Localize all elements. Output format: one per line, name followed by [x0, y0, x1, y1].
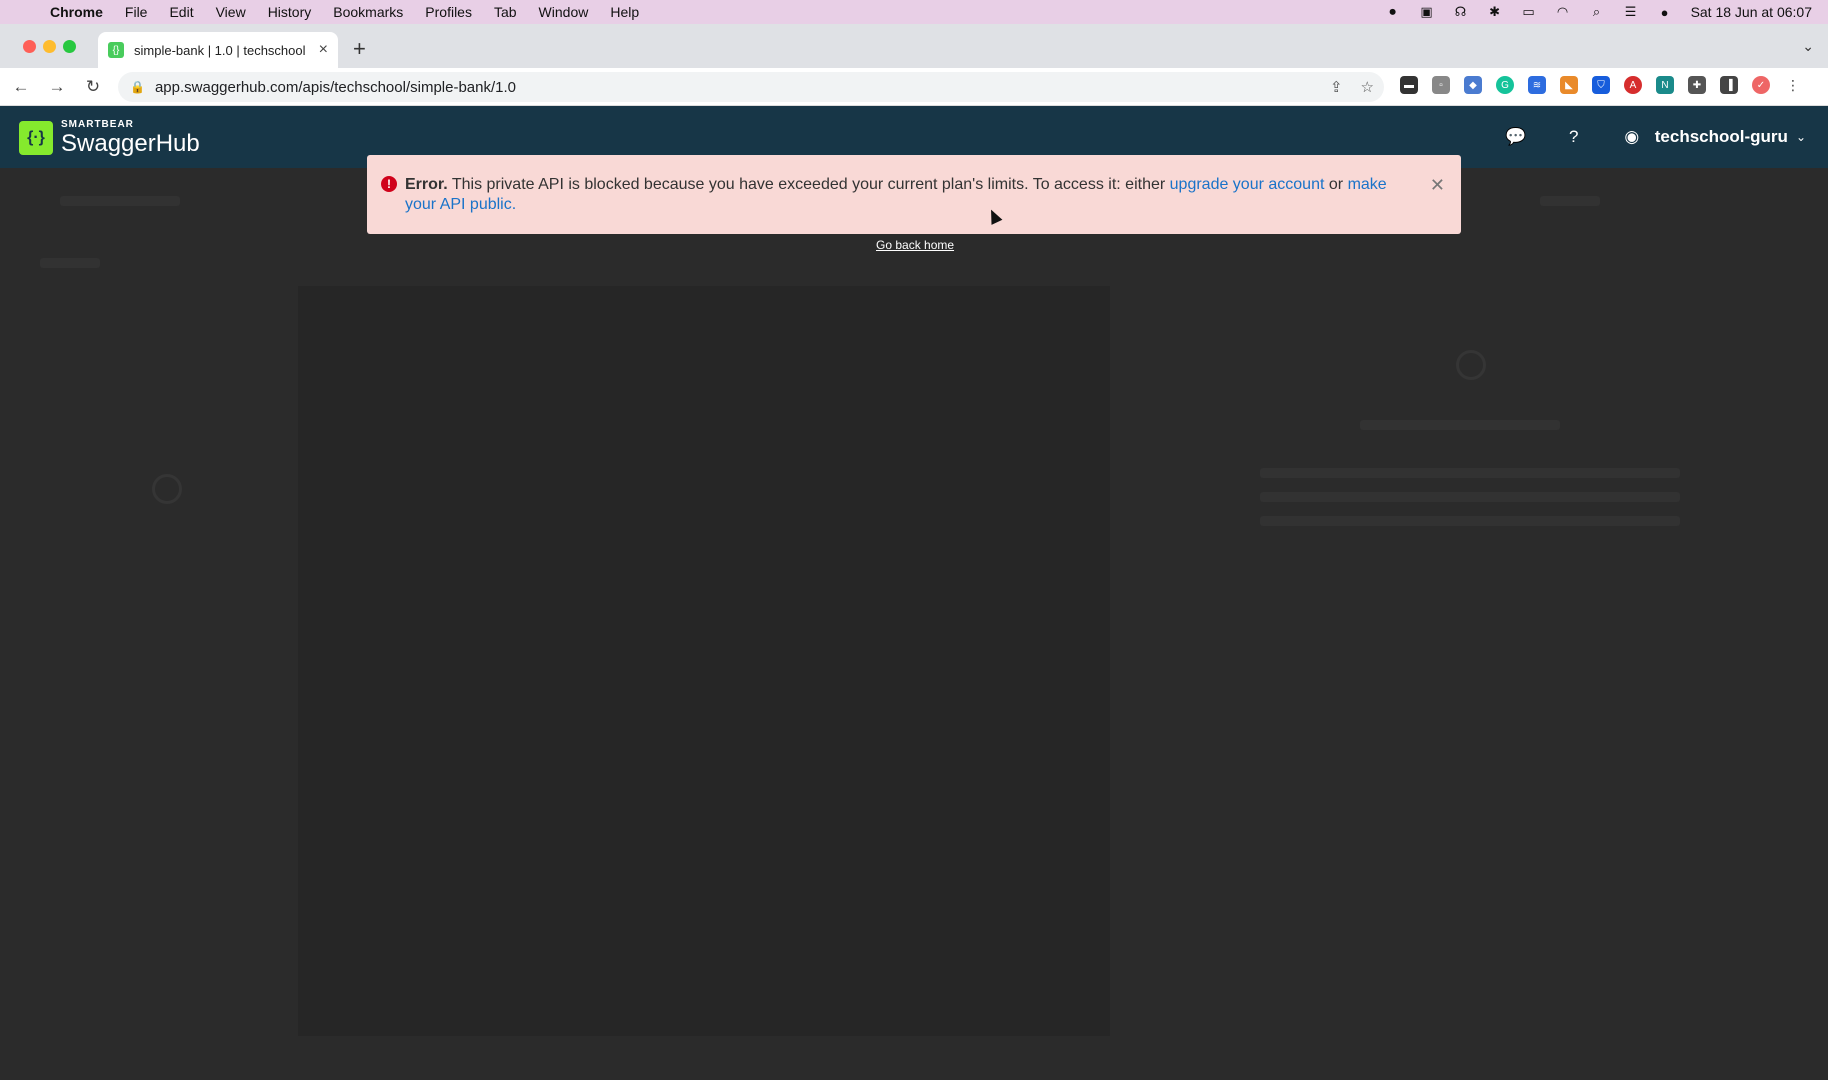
grammarly-icon[interactable]: G: [1496, 76, 1514, 94]
back-arrow-icon[interactable]: ←: [6, 77, 36, 97]
wifi-icon[interactable]: ◠: [1555, 4, 1571, 20]
menu-edit[interactable]: Edit: [169, 4, 193, 20]
extension-icon[interactable]: N: [1656, 76, 1674, 94]
menubar-clock[interactable]: Sat 18 Jun at 06:07: [1691, 4, 1812, 20]
zoom-window-button[interactable]: [63, 40, 76, 53]
keyboard-input-icon[interactable]: ▣: [1419, 4, 1435, 20]
new-tab-icon[interactable]: +: [353, 36, 366, 62]
forward-arrow-icon[interactable]: →: [42, 77, 72, 97]
extension-icon[interactable]: ≋: [1528, 76, 1546, 94]
ghost-placeholder: [60, 196, 180, 206]
menu-profiles[interactable]: Profiles: [425, 4, 472, 20]
reload-icon[interactable]: ↻: [78, 77, 108, 97]
bitwarden-icon[interactable]: ⛉: [1592, 76, 1610, 94]
url-path: /apis/techschool/simple-bank/1.0: [298, 78, 517, 96]
error-icon: !: [381, 176, 397, 192]
control-center-icon[interactable]: ☰: [1623, 4, 1639, 20]
address-bar[interactable]: 🔒 app.swaggerhub.com/apis/techschool/sim…: [118, 72, 1384, 102]
go-back-home-link[interactable]: Go back home: [876, 238, 954, 252]
close-window-button[interactable]: [23, 40, 36, 53]
spotlight-search-icon[interactable]: ⌕: [1589, 4, 1605, 20]
error-alert: ! Error. This private API is blocked bec…: [367, 155, 1461, 234]
minimize-window-button[interactable]: [43, 40, 56, 53]
alert-message: This private API is blocked because you …: [451, 176, 1166, 193]
alert-title: Error.: [405, 176, 448, 193]
extension-icon[interactable]: ▫: [1432, 76, 1450, 94]
record-icon[interactable]: ⏺: [1385, 4, 1401, 20]
menu-file[interactable]: File: [125, 4, 148, 20]
header-actions: 💬 ? ◉ techschool-guru ⌄: [1471, 124, 1806, 150]
swaggerhub-logo[interactable]: {·} SMARTBEAR SwaggerHub: [19, 119, 200, 157]
menu-tab[interactable]: Tab: [494, 4, 517, 20]
kebab-menu-icon[interactable]: ⋮: [1784, 76, 1802, 94]
chat-icon[interactable]: 💬: [1503, 124, 1529, 150]
user-avatar-icon[interactable]: ◉: [1619, 124, 1645, 150]
help-icon[interactable]: ?: [1561, 124, 1587, 150]
battery-icon[interactable]: ▭: [1521, 4, 1537, 20]
side-panel-icon[interactable]: ▐: [1720, 76, 1738, 94]
ghost-placeholder: [1260, 468, 1680, 478]
macos-menubar: Chrome File Edit View History Bookmarks …: [0, 0, 1828, 24]
browser-toolbar: ← → ↻ 🔒 app.swaggerhub.com/apis/techscho…: [0, 68, 1828, 106]
alert-connector: or: [1328, 176, 1344, 193]
ghost-editor-panel: [298, 286, 1110, 1036]
puzzle-extensions-icon[interactable]: ✚: [1688, 76, 1706, 94]
menu-window[interactable]: Window: [539, 4, 589, 20]
close-icon[interactable]: ✕: [1430, 175, 1445, 195]
brand-name: SwaggerHub: [61, 130, 200, 157]
menu-bookmarks[interactable]: Bookmarks: [333, 4, 403, 20]
adblock-icon[interactable]: A: [1624, 76, 1642, 94]
chevron-down-icon[interactable]: ⌄: [1796, 130, 1806, 144]
browser-tab-strip: {} simple-bank | 1.0 | techschool × + ⌄: [0, 24, 1828, 68]
tab-search-chevron-icon[interactable]: ⌄: [1802, 38, 1814, 55]
swaggerhub-logo-icon: {·}: [19, 121, 53, 155]
metamask-icon[interactable]: ◣: [1560, 76, 1578, 94]
menu-help[interactable]: Help: [610, 4, 639, 20]
bookmark-star-icon[interactable]: ☆: [1361, 78, 1374, 96]
ghost-placeholder: [1360, 420, 1560, 430]
ghost-placeholder: [1260, 516, 1680, 526]
extension-icon[interactable]: ▬: [1400, 76, 1418, 94]
share-icon[interactable]: ⇪: [1330, 78, 1343, 96]
siri-icon[interactable]: ●: [1657, 4, 1673, 20]
menu-app-name[interactable]: Chrome: [50, 4, 103, 20]
lock-icon[interactable]: 🔒: [130, 80, 145, 94]
swaggerhub-favicon-icon: {}: [108, 42, 124, 58]
ghost-placeholder: [1260, 492, 1680, 502]
ghost-placeholder: [40, 258, 100, 268]
url-host: app.swaggerhub.com: [154, 78, 299, 96]
menu-view[interactable]: View: [216, 4, 246, 20]
menu-history[interactable]: History: [268, 4, 312, 20]
headphones-icon[interactable]: ☊: [1453, 4, 1469, 20]
bluetooth-icon[interactable]: ✱: [1487, 4, 1503, 20]
profile-avatar-icon[interactable]: ✓: [1752, 76, 1770, 94]
tab-title: simple-bank | 1.0 | techschool: [134, 42, 306, 58]
blocked-icon: [152, 474, 182, 504]
menubar-status-area: ⏺ ▣ ☊ ✱ ▭ ◠ ⌕ ☰ ● Sat 18 Jun at 06:07: [1385, 0, 1812, 24]
upgrade-account-link[interactable]: upgrade your account: [1170, 176, 1325, 193]
ghost-placeholder: [1540, 196, 1600, 206]
ghost-icon: [1456, 350, 1486, 380]
close-tab-icon[interactable]: ×: [319, 41, 328, 59]
extension-icon[interactable]: ◆: [1464, 76, 1482, 94]
browser-tab[interactable]: {} simple-bank | 1.0 | techschool ×: [98, 32, 338, 68]
extensions-bar: ▬ ▫ ◆ G ≋ ◣ ⛉ A N ✚ ▐ ✓ ⋮: [1400, 76, 1802, 94]
username[interactable]: techschool-guru: [1655, 127, 1788, 147]
